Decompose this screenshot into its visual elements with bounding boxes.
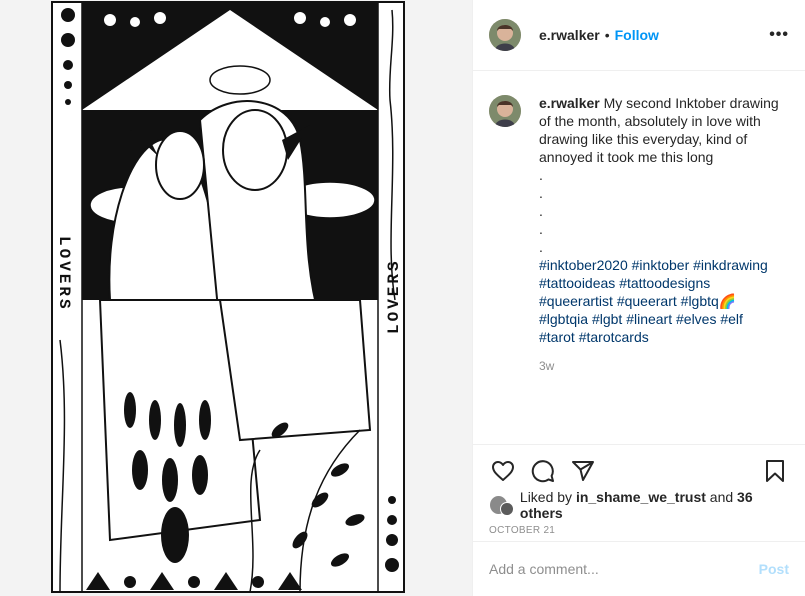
hashtag-link[interactable]: #lgbt bbox=[592, 311, 622, 327]
likes-prefix: Liked by bbox=[519, 489, 576, 505]
liker-avatar bbox=[500, 502, 514, 516]
save-button[interactable] bbox=[761, 457, 789, 485]
caption-dot: . bbox=[539, 203, 543, 219]
caption-dot: . bbox=[539, 185, 543, 201]
instagram-post: LOVERS LOVERS e.rwalker • Follow ••• e.r… bbox=[0, 0, 805, 596]
caption-dots: . . . . . bbox=[539, 166, 782, 256]
follow-button[interactable]: Follow bbox=[615, 27, 659, 43]
hashtag-link[interactable]: #elf bbox=[720, 311, 743, 327]
caption-timestamp[interactable]: 3w bbox=[539, 357, 782, 375]
bookmark-icon bbox=[766, 460, 784, 482]
caption-dot: . bbox=[539, 221, 543, 237]
add-comment-bar: Post bbox=[473, 541, 805, 596]
more-options-icon[interactable]: ••• bbox=[769, 26, 789, 44]
avatar-image bbox=[489, 19, 521, 51]
card-label-right: LOVERS bbox=[385, 258, 403, 334]
hashtag-link[interactable]: #tattoodesigns bbox=[619, 275, 710, 291]
hashtag-link[interactable]: #lgbtq🌈 bbox=[681, 293, 737, 309]
post-comment-button[interactable]: Post bbox=[759, 561, 789, 577]
likes-text: Liked by in_shame_we_trust and 36 others bbox=[520, 489, 789, 521]
liker-username[interactable]: in_shame_we_trust bbox=[576, 489, 706, 505]
lovers-tarot-drawing: LOVERS LOVERS bbox=[0, 0, 472, 596]
share-button[interactable] bbox=[569, 457, 597, 485]
comment-button[interactable] bbox=[529, 457, 557, 485]
hashtag-link[interactable]: #tarot bbox=[539, 329, 575, 345]
caption-dot: . bbox=[539, 239, 543, 255]
send-icon bbox=[572, 461, 594, 481]
likes-middle: and bbox=[705, 489, 738, 505]
card-label-left: LOVERS bbox=[55, 236, 73, 312]
heart-icon bbox=[492, 461, 514, 481]
avatar[interactable] bbox=[489, 19, 521, 51]
comments-section: e.rwalker My second Inktober drawing of … bbox=[473, 71, 805, 444]
hashtag-link[interactable]: #inkdrawing bbox=[693, 257, 768, 273]
hashtag-link[interactable]: #lineart bbox=[626, 311, 672, 327]
hashtag-link[interactable]: #tarotcards bbox=[579, 329, 649, 345]
hashtag-link[interactable]: #queerart bbox=[617, 293, 677, 309]
avatar-image bbox=[489, 95, 521, 127]
comment-icon bbox=[531, 460, 554, 483]
caption-username[interactable]: e.rwalker bbox=[539, 95, 600, 111]
hashtag-link[interactable]: #inktober2020 bbox=[539, 257, 628, 273]
post-image[interactable]: LOVERS LOVERS bbox=[0, 0, 472, 596]
hashtags: #inktober2020 #inktober #inkdrawing #tat… bbox=[539, 256, 782, 346]
hashtag-link[interactable]: #lgbtqia bbox=[539, 311, 588, 327]
hashtag-link[interactable]: #inktober bbox=[632, 257, 690, 273]
like-button[interactable] bbox=[489, 457, 517, 485]
hashtag-link[interactable]: #queerartist bbox=[539, 293, 613, 309]
username-link[interactable]: e.rwalker bbox=[539, 27, 600, 43]
post-caption: e.rwalker My second Inktober drawing of … bbox=[539, 94, 782, 444]
post-sidebar: e.rwalker • Follow ••• e.rwalker My seco… bbox=[472, 0, 805, 596]
hashtag-link[interactable]: #tattooideas bbox=[539, 275, 615, 291]
post-header: e.rwalker • Follow ••• bbox=[473, 0, 805, 71]
caption-avatar[interactable] bbox=[489, 95, 521, 127]
caption-dot: . bbox=[539, 167, 543, 183]
comment-input[interactable] bbox=[489, 561, 759, 577]
hashtag-link[interactable]: #elves bbox=[676, 311, 716, 327]
separator-dot: • bbox=[604, 27, 610, 43]
likes-summary: Liked by in_shame_we_trust and 36 others bbox=[489, 489, 789, 521]
post-date[interactable]: OCTOBER 21 bbox=[489, 525, 789, 536]
